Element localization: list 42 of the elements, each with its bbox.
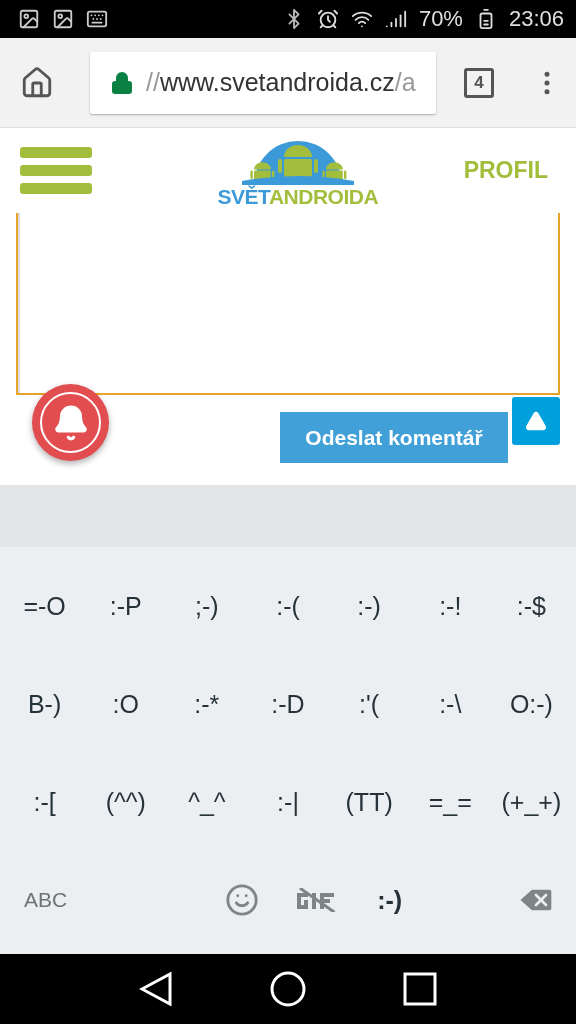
emoticon-key[interactable]: O:-)	[505, 685, 557, 723]
emoticon-key[interactable]: (TT)	[341, 783, 397, 821]
emoticon-key[interactable]: (+_+)	[497, 783, 566, 821]
emoticon-key[interactable]: =-O	[19, 587, 70, 625]
emoticon-key[interactable]: :-!	[435, 587, 466, 625]
emoticon-key[interactable]: :-[	[29, 783, 60, 821]
emoticon-key[interactable]: :O	[108, 685, 143, 723]
battery-percentage: 70%	[418, 6, 463, 32]
alarm-icon	[316, 8, 339, 30]
emoticon-key[interactable]: :-D	[267, 685, 309, 723]
emoticon-key[interactable]: :-*	[190, 685, 224, 723]
address-bar[interactable]: //www.svetandroida.cz/a	[90, 51, 436, 114]
emoticon-key[interactable]: :-(	[272, 587, 304, 625]
keyboard-mode-tab[interactable]: :-)	[373, 881, 407, 919]
tab-count-button[interactable]: 4	[464, 67, 494, 98]
url-text: //www.svetandroida.cz/a	[146, 68, 416, 97]
recents-button[interactable]	[403, 972, 438, 1006]
emoticon-key[interactable]: ;-)	[191, 587, 223, 625]
emoticon-key[interactable]: (^^)	[101, 783, 150, 821]
signal-icon	[384, 8, 407, 30]
home-icon[interactable]	[20, 65, 54, 100]
emoticon-key[interactable]: =_=	[424, 783, 476, 821]
lock-icon	[110, 70, 134, 95]
emoticon-key[interactable]: :-)	[353, 587, 385, 625]
emoticon-key[interactable]: :-\	[435, 685, 466, 723]
scroll-to-top-button[interactable]	[512, 397, 560, 445]
notification-bell-button[interactable]	[32, 384, 109, 461]
home-button[interactable]	[270, 971, 306, 1007]
back-button[interactable]	[138, 971, 173, 1007]
emoticon-key[interactable]: :-P	[105, 587, 146, 625]
clock-time: 23:06	[508, 6, 564, 32]
emoticon-key[interactable]: :-|	[273, 783, 303, 821]
up-triangle-icon	[525, 410, 547, 432]
emoticon-key[interactable]: B-)	[23, 685, 66, 723]
smiley-icon	[225, 883, 260, 917]
keyboard-mode-tab[interactable]: ABC	[20, 884, 72, 916]
keyboard-icon	[86, 8, 108, 30]
emoticon-key[interactable]: :'(	[355, 685, 384, 723]
site-logo-text: SVĚTANDROIDA	[217, 184, 379, 209]
image-icon	[52, 8, 74, 30]
emoticon-key[interactable]: :-$	[512, 587, 550, 625]
emoticon-key[interactable]: ^_^	[184, 783, 230, 821]
